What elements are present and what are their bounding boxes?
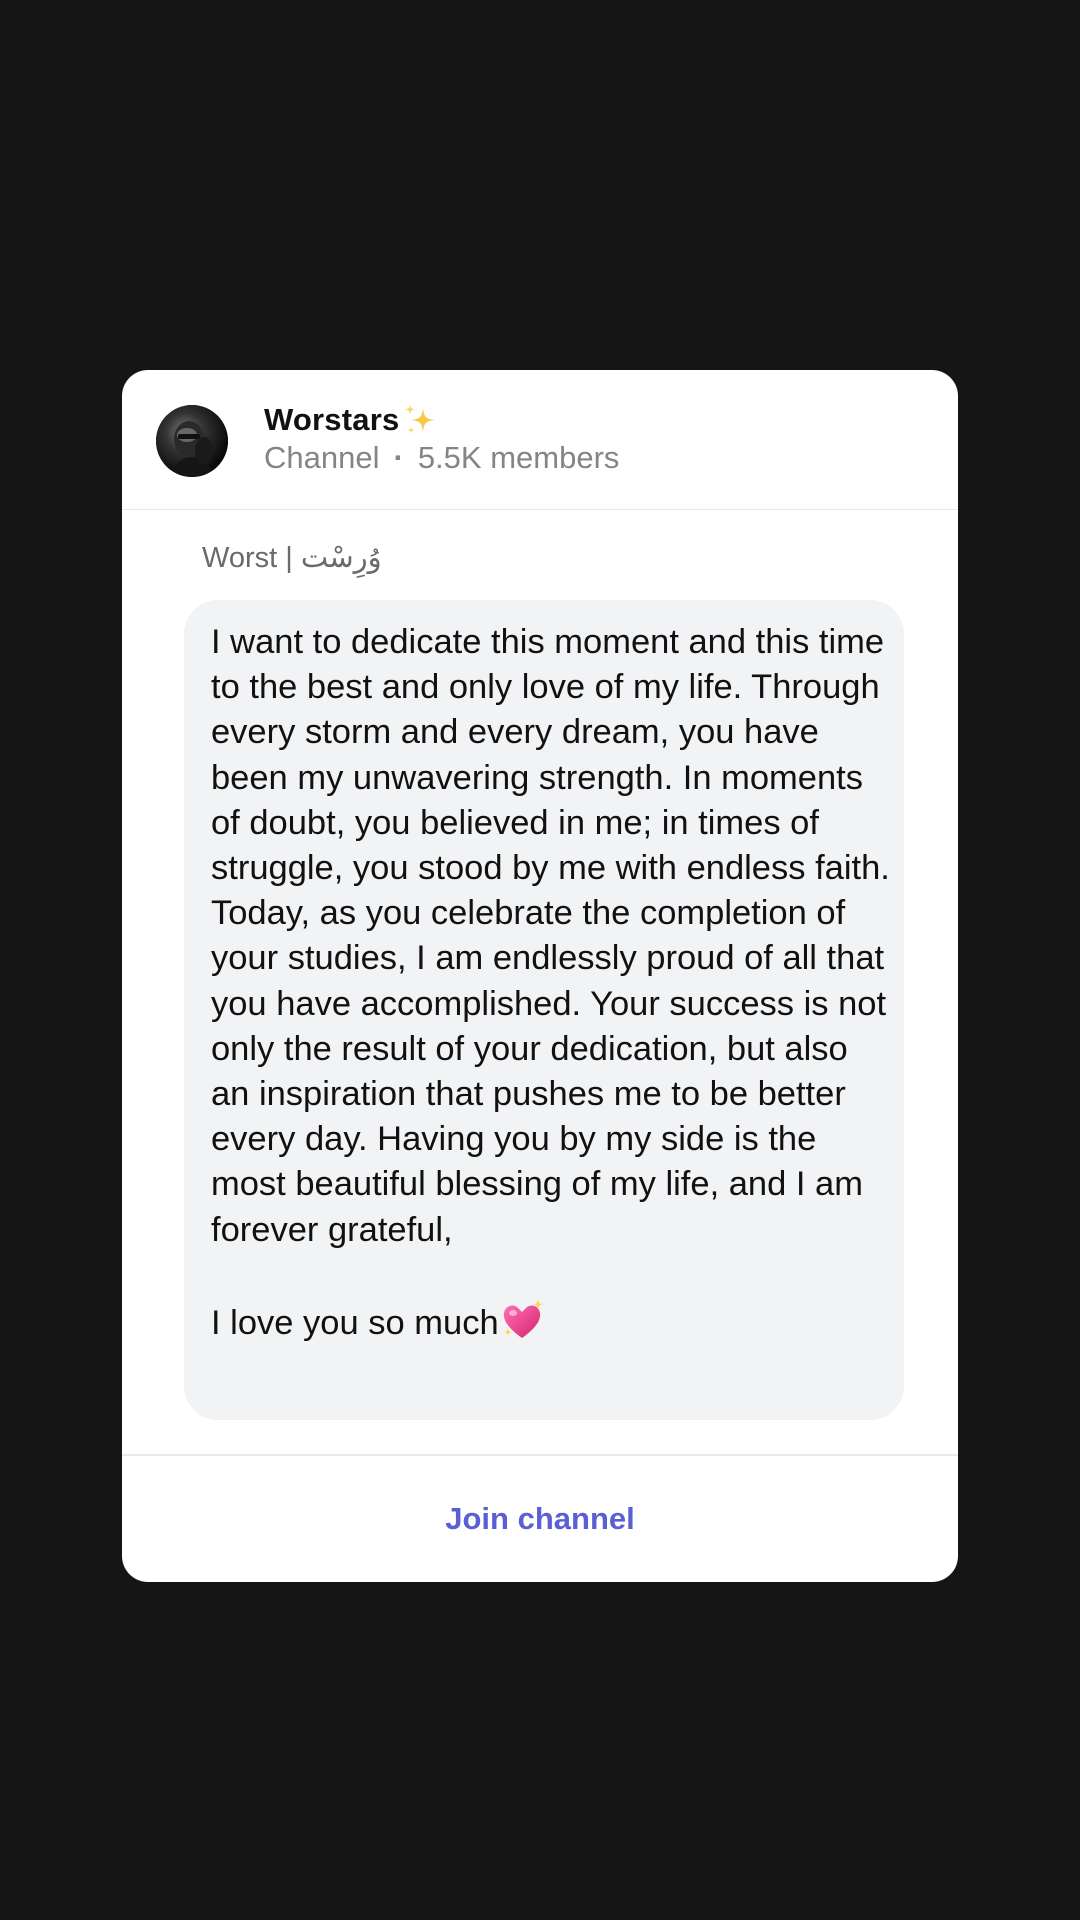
message-closing: I love you so much xyxy=(211,1304,499,1343)
member-count: 5.5K members xyxy=(417,440,620,475)
sparkles-icon xyxy=(405,404,436,434)
message-text: I want to dedicate this moment and this … xyxy=(211,623,899,1249)
channel-title-row: Worstars xyxy=(264,400,439,440)
avatar-photo-icon xyxy=(156,405,228,477)
channel-name: Worstars xyxy=(264,402,400,437)
message-body: I want to dedicate this moment and this … xyxy=(211,620,891,1346)
channel-header[interactable]: Worstars Channel · 5.5K members xyxy=(122,370,958,510)
message-bubble: I want to dedicate this moment and this … xyxy=(184,600,904,1420)
channel-preview-card: Worstars Channel · 5.5K members Worst | … xyxy=(122,370,958,1582)
join-channel-button[interactable]: Join channel xyxy=(122,1456,958,1582)
channel-meta: Channel · 5.5K members xyxy=(264,440,619,476)
channel-type-label: Channel xyxy=(264,440,380,475)
sender-name: Worst | وُرِسْت xyxy=(202,542,382,574)
avatar[interactable] xyxy=(156,405,228,477)
sparkling-heart-icon xyxy=(503,1299,543,1339)
meta-separator: · xyxy=(393,440,404,475)
